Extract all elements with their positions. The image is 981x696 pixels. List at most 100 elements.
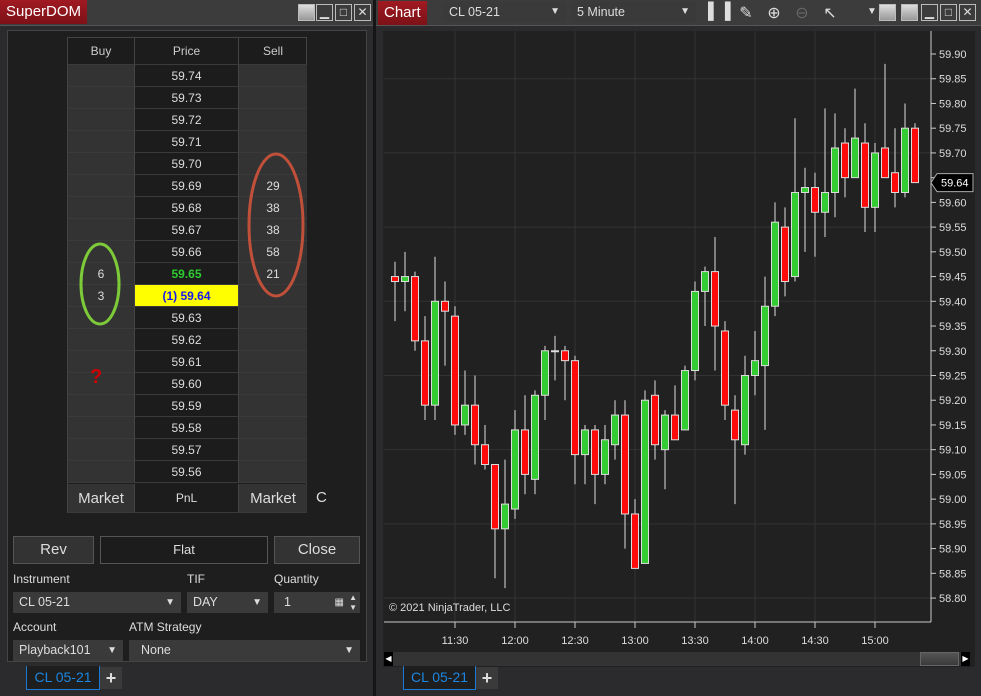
horizontal-scrollbar[interactable]: ◀ ▶ [384,652,970,666]
y-tick-label: 59.90 [939,49,967,61]
candle-up [791,191,799,278]
tif-value: DAY [193,595,218,609]
candle-down [411,276,419,342]
quantity-input[interactable]: 1 ▦ ▲ ▼ [274,592,360,613]
rev-button[interactable]: Rev [13,536,94,564]
candle-down [621,414,629,515]
account-label: Account [13,620,57,634]
candle-down [731,409,739,441]
candle-up [611,414,619,446]
annotation-layer [79,152,305,326]
atm-strategy-value: None [141,643,171,657]
candle-up [851,137,859,179]
atm-strategy-select[interactable]: None ▼ [129,640,360,661]
candle-up [661,414,669,451]
chevron-down-icon: ▼ [344,645,354,656]
y-tick-label: 59.50 [939,247,967,259]
instrument-select[interactable]: CL 05-21 ▼ [13,592,181,613]
y-tick-label: 59.05 [939,469,967,481]
y-tick-label: 59.55 [939,222,967,234]
candle-down [891,172,899,193]
flat-button[interactable]: Flat [100,536,268,564]
candle-up [461,404,469,426]
account-value: Playback101 [19,643,91,657]
candle-up [581,429,589,456]
calculator-icon[interactable]: ▦ [335,592,344,613]
y-tick-label: 59.60 [939,197,967,209]
candle-up [551,350,559,353]
candle-down [591,429,599,475]
candle-down [391,276,399,283]
candle-up [691,290,699,372]
y-tick-label: 59.85 [939,74,967,86]
y-tick-label: 59.75 [939,123,967,135]
y-tick-label: 58.90 [939,544,967,556]
candle-down [881,147,889,179]
candle-up [601,439,609,475]
copyright-text: © 2021 NinjaTrader, LLC [389,602,511,614]
chevron-down-icon: ▼ [107,645,117,656]
y-tick-label: 58.85 [939,568,967,580]
superdom-tab-cl-05-21[interactable]: CL 05-21 [26,666,100,690]
x-tick-label: 15:00 [861,635,889,647]
candle-down [521,429,529,475]
quantity-label: Quantity [274,572,319,586]
candle-down [421,340,429,406]
candle-down [571,360,579,456]
candle-up [541,350,549,396]
candle-down [911,127,919,184]
spinner-icon[interactable]: ▲ ▼ [349,593,357,613]
y-tick-label: 58.95 [939,519,967,531]
y-tick-label: 59.10 [939,445,967,457]
quantity-value: 1 [284,595,291,609]
y-tick-label: 59.45 [939,272,967,284]
candle-up [771,221,779,307]
candle-down [631,513,639,569]
candle-up [801,187,809,193]
candle-up [831,147,839,193]
candle-down [841,142,849,179]
candle-up [821,191,829,213]
x-tick-label: 14:30 [801,635,829,647]
candle-up [501,503,509,530]
green-annotation-ellipse [79,242,121,326]
x-tick-label: 14:00 [741,635,769,647]
y-tick-label: 59.80 [939,98,967,110]
candle-up [511,429,519,510]
candle-up [531,394,539,480]
candle-down [491,464,499,530]
instrument-value: CL 05-21 [19,595,70,609]
candle-up [641,399,649,564]
candle-up [751,360,759,376]
candle-down [481,444,489,466]
scroll-right-icon[interactable]: ▶ [961,652,970,666]
candle-down [721,330,729,406]
candle-down [671,414,679,441]
add-tab-button[interactable]: + [100,667,122,689]
candle-up [741,374,749,446]
tif-label: TIF [187,572,205,586]
y-tick-label: 59.30 [939,346,967,358]
y-tick-label: 58.80 [939,593,967,605]
account-select[interactable]: Playback101 ▼ [13,640,123,661]
scrollbar-thumb[interactable] [920,652,959,666]
question-mark-annotation: ? [90,366,103,388]
x-tick-label: 12:30 [561,635,589,647]
candle-down [781,226,789,283]
close-position-button[interactable]: Close [274,536,360,564]
candle-down [711,271,719,327]
scroll-left-icon[interactable]: ◀ [384,652,393,666]
tif-select[interactable]: DAY ▼ [187,592,268,613]
y-tick-label: 59.40 [939,296,967,308]
y-tick-label: 59.25 [939,370,967,382]
chart-add-tab-button[interactable]: + [476,667,498,689]
y-tick-label: 59.00 [939,494,967,506]
chart-tab-cl-05-21[interactable]: CL 05-21 [403,666,476,690]
candlestick-chart[interactable]: 11:30 12:00 12:30 13:00 13:30 14:00 14:30 15:00… [376,0,981,696]
x-tick-label: 13:00 [621,635,649,647]
candle-down [451,315,459,426]
atm-strategy-label: ATM Strategy [129,620,202,634]
candle-down [441,300,449,312]
y-tick-label: 59.35 [939,321,967,333]
candle-down [561,350,569,362]
